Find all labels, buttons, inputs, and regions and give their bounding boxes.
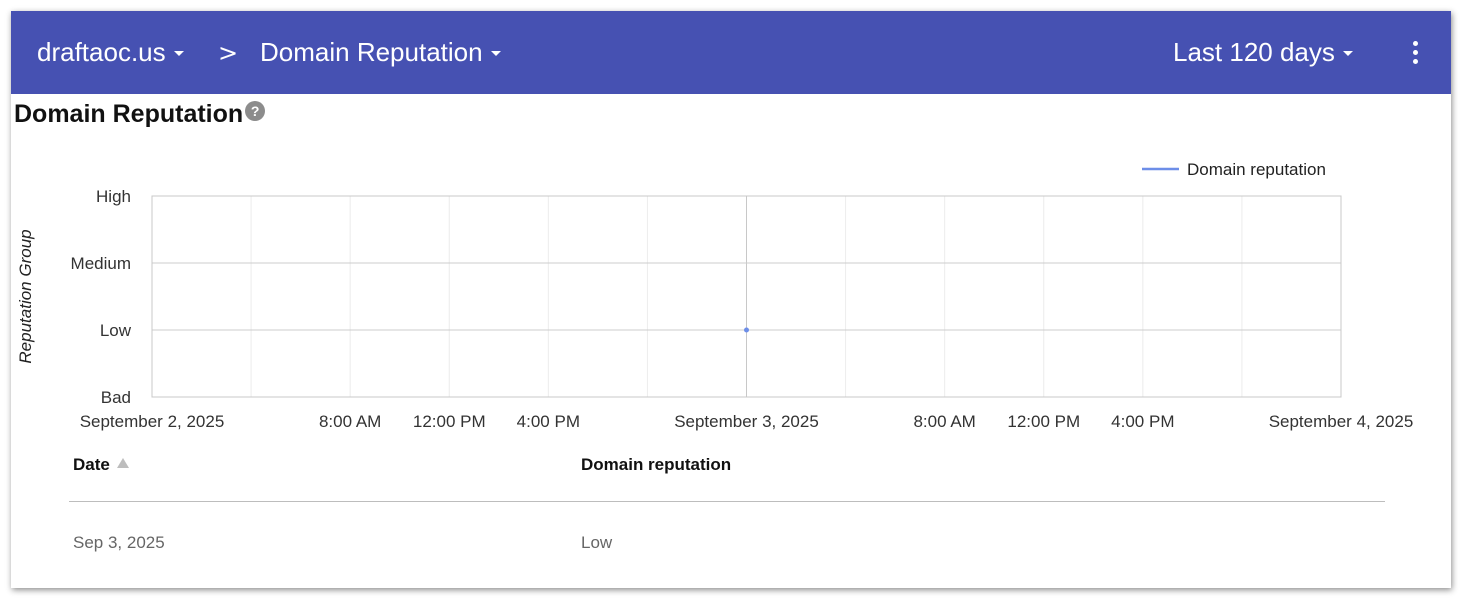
reputation-column-header[interactable]: Domain reputation [581,455,731,475]
y-tick-label: Medium [71,254,131,273]
table-cell-reputation: Low [581,533,613,552]
x-tick-label: 4:00 PM [517,412,580,431]
x-tick-label: 8:00 AM [319,412,381,431]
x-tick-label: September 3, 2025 [674,412,819,431]
x-tick-label: 4:00 PM [1111,412,1174,431]
y-axis-title: Reputation Group [16,229,35,363]
date-header-label: Date [73,455,110,474]
x-tick-label: September 4, 2025 [1269,412,1414,431]
reputation-chart: Bad Low Medium High September 2, 2025 8:00 AM… [16,160,1414,431]
sort-ascending-icon [116,458,129,468]
y-tick-label: Bad [101,388,131,407]
data-point [744,327,749,333]
y-tick-label: High [96,187,131,206]
x-tick-label: September 2, 2025 [80,412,225,431]
date-column-header[interactable]: Date [73,455,129,475]
table-divider [69,501,1385,502]
table-cell-date: Sep 3, 2025 [73,533,165,552]
domain-reputation-panel: draftaoc.us > Domain Reputation Last 120… [11,11,1451,588]
x-tick-label: 8:00 AM [913,412,975,431]
x-tick-label: 12:00 PM [413,412,486,431]
x-tick-label: 12:00 PM [1007,412,1080,431]
legend-label: Domain reputation [1187,160,1326,179]
y-tick-label: Low [100,321,132,340]
